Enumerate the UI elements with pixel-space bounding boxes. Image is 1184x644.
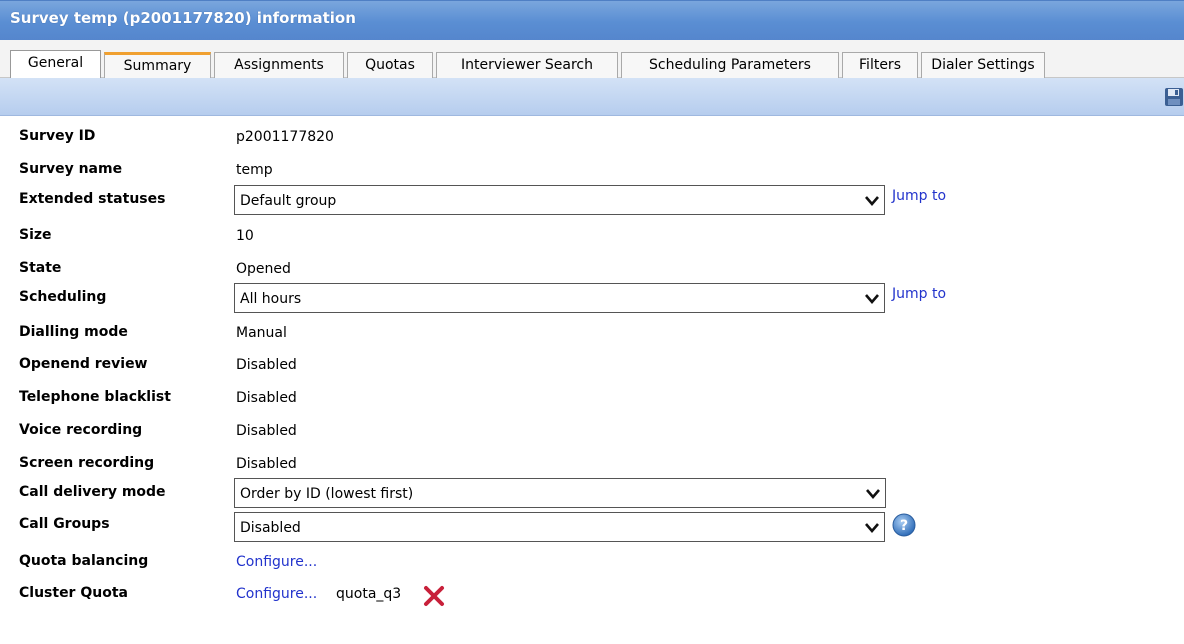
openend-review-label: Openend review	[19, 356, 148, 372]
dialling-mode-row: Dialling mode Manual	[0, 320, 1184, 348]
extended-statuses-label: Extended statuses	[19, 191, 166, 207]
save-icon[interactable]	[1164, 87, 1184, 107]
chevron-down-icon	[866, 489, 880, 499]
tab-assignments[interactable]: Assignments	[214, 52, 344, 78]
telephone-blacklist-label: Telephone blacklist	[19, 389, 171, 405]
call-groups-label: Call Groups	[19, 516, 110, 532]
screen-recording-value: Disabled	[236, 456, 297, 472]
toolbar	[0, 78, 1184, 116]
voice-recording-label: Voice recording	[19, 422, 143, 438]
call-groups-row: Call Groups Disabled ?	[0, 511, 1184, 542]
extended-statuses-select[interactable]: Default group	[234, 185, 885, 215]
voice-recording-row: Voice recording Disabled	[0, 418, 1184, 446]
cluster-quota-row: Cluster Quota Configure... quota_q3	[0, 581, 1184, 609]
delete-icon[interactable]	[422, 584, 446, 608]
svg-text:?: ?	[900, 518, 908, 534]
scheduling-row: Scheduling All hours Jump to	[0, 282, 1184, 313]
quota-balancing-configure-link[interactable]: Configure...	[236, 554, 317, 570]
help-icon[interactable]: ?	[892, 513, 916, 537]
tab-quotas[interactable]: Quotas	[347, 52, 433, 78]
scheduling-label: Scheduling	[19, 289, 107, 305]
survey-name-value: temp	[236, 162, 273, 178]
cluster-quota-label: Cluster Quota	[19, 585, 128, 601]
openend-review-row: Openend review Disabled	[0, 352, 1184, 380]
cluster-quota-configure-link[interactable]: Configure...	[236, 586, 317, 602]
tab-interviewer-search[interactable]: Interviewer Search	[436, 52, 618, 78]
tab-bar: General Summary Assignments Quotas Inter…	[0, 40, 1184, 79]
screen-recording-row: Screen recording Disabled	[0, 451, 1184, 479]
survey-name-label: Survey name	[19, 161, 123, 177]
quota-balancing-row: Quota balancing Configure...	[0, 549, 1184, 577]
chevron-down-icon	[865, 523, 879, 533]
window-title: Survey temp (p2001177820) information	[10, 9, 356, 27]
survey-id-label: Survey ID	[19, 128, 96, 144]
call-delivery-mode-row: Call delivery mode Order by ID (lowest f…	[0, 477, 1184, 508]
call-groups-selected: Disabled	[240, 520, 301, 536]
telephone-blacklist-value: Disabled	[236, 390, 297, 406]
survey-id-row: Survey ID p2001177820	[0, 124, 1184, 152]
survey-name-row: Survey name temp	[0, 157, 1184, 185]
state-value: Opened	[236, 261, 291, 277]
tab-filters[interactable]: Filters	[842, 52, 918, 78]
quota-balancing-label: Quota balancing	[19, 553, 149, 569]
tab-scheduling-parameters[interactable]: Scheduling Parameters	[621, 52, 839, 78]
scheduling-select[interactable]: All hours	[234, 283, 885, 313]
chevron-down-icon	[865, 294, 879, 304]
call-delivery-mode-select[interactable]: Order by ID (lowest first)	[234, 478, 886, 508]
size-value: 10	[236, 228, 254, 244]
tab-summary[interactable]: Summary	[104, 52, 211, 78]
size-row: Size 10	[0, 223, 1184, 251]
state-label: State	[19, 260, 62, 276]
telephone-blacklist-row: Telephone blacklist Disabled	[0, 385, 1184, 413]
tab-general[interactable]: General	[10, 50, 101, 79]
extended-statuses-row: Extended statuses Default group Jump to	[0, 184, 1184, 215]
voice-recording-value: Disabled	[236, 423, 297, 439]
state-row: State Opened	[0, 256, 1184, 284]
scheduling-jump-link[interactable]: Jump to	[892, 286, 946, 302]
call-groups-select[interactable]: Disabled	[234, 512, 885, 542]
dialling-mode-value: Manual	[236, 325, 287, 341]
window-title-bar: Survey temp (p2001177820) information	[0, 0, 1184, 40]
cluster-quota-value: quota_q3	[336, 586, 402, 602]
tab-dialer-settings[interactable]: Dialer Settings	[921, 52, 1045, 78]
extended-statuses-selected: Default group	[240, 193, 337, 209]
screen-recording-label: Screen recording	[19, 455, 155, 471]
call-delivery-mode-selected: Order by ID (lowest first)	[240, 486, 414, 502]
extended-statuses-jump-link[interactable]: Jump to	[892, 188, 946, 204]
scheduling-selected: All hours	[240, 291, 302, 307]
chevron-down-icon	[865, 196, 879, 206]
survey-id-value: p2001177820	[236, 129, 334, 145]
dialling-mode-label: Dialling mode	[19, 324, 128, 340]
call-delivery-mode-label: Call delivery mode	[19, 484, 166, 500]
openend-review-value: Disabled	[236, 357, 297, 373]
size-label: Size	[19, 227, 52, 243]
